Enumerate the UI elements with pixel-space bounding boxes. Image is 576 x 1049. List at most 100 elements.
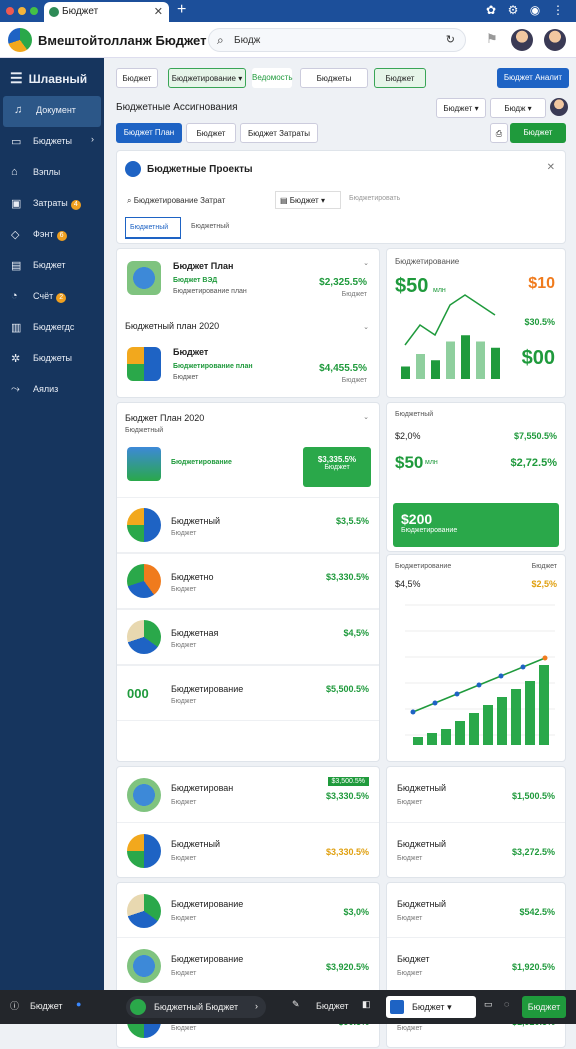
chevron-down-icon[interactable]: ⌄ [363, 323, 369, 331]
list-item[interactable]: Бюджетная $4,5% Бюджет [117, 609, 379, 665]
list-item[interactable]: Бюджетный Бюджет $1,500.5% [387, 767, 565, 823]
item-title: Бюджетно [171, 572, 214, 582]
sidebar-item-1[interactable]: ▭ Бюджеты › [0, 127, 104, 158]
favicon-icon [49, 7, 59, 17]
maximize-window-icon[interactable] [30, 7, 38, 15]
chevron-down-icon[interactable]: ⌄ [363, 259, 369, 267]
user-avatar-small[interactable] [550, 98, 568, 116]
tab-budget[interactable]: Бюджет [186, 123, 236, 143]
primary-action-button[interactable]: Бюджет Аналит [497, 68, 569, 88]
list-item[interactable]: Бюджет Бюджет $1,920.5% [387, 938, 565, 994]
sidebar-item-label: Аялиз [33, 384, 59, 394]
hamburger-menu-icon[interactable]: ☰ [10, 70, 23, 86]
chart-point [498, 673, 504, 679]
toolbar-button-1[interactable]: Бюджет [116, 68, 158, 88]
status-go-button[interactable]: Бюджет [522, 996, 566, 1018]
sidebar-item-7[interactable]: ▥ Бюджегдс [0, 313, 104, 344]
list-item[interactable]: Бюджетирование Бюджет $3,920.5% [117, 938, 379, 994]
tab-budget-plan[interactable]: Бюджет План [116, 123, 182, 143]
side-green-tile[interactable]: $200 Бюджетирование [393, 503, 559, 547]
list-item[interactable]: Бюджетный Бюджет $542.5% [387, 883, 565, 939]
folder-icon[interactable]: ▭ [484, 999, 493, 1010]
search-input[interactable]: ⌕ Бюдж ↻ [208, 28, 466, 52]
sidebar: ☰ Шлавный ♫ Документ ▭ Бюджеты › ⌂ Вэплы ▣ Затрат… [0, 58, 104, 990]
toolbar-dropdown[interactable]: Бюджетирование ▾ [168, 68, 246, 88]
close-window-icon[interactable] [6, 7, 14, 15]
minimize-window-icon[interactable] [18, 7, 26, 15]
item-thumbnail-icon [127, 620, 161, 654]
list-item[interactable]: 000 Бюджетирование $5,500.5% Бюджет [117, 665, 379, 721]
new-tab-button[interactable]: + [177, 1, 186, 19]
chevron-down-icon[interactable]: ⌄ [363, 413, 369, 421]
help-icon[interactable]: ● [76, 999, 81, 1009]
item-subtitle-2: Бюджетирование план [173, 288, 247, 295]
chart-line [404, 294, 496, 346]
item-value: $5,500.5% [325, 684, 369, 694]
user-avatar-2[interactable] [544, 29, 566, 51]
feature-chart-icon [127, 447, 161, 481]
chart-bar [539, 665, 549, 745]
item-badge: $3,500.5% [327, 777, 369, 786]
browser-tab[interactable]: Бюджет ✕ [44, 2, 169, 22]
status-nav[interactable]: Бюджет [316, 1001, 349, 1011]
sidebar-item-4[interactable]: ◇ Фэнт 6 [0, 220, 104, 251]
refresh-icon[interactable]: ↻ [446, 33, 455, 46]
toggle-icon[interactable]: ◧ [362, 999, 371, 1010]
filter-select-1[interactable]: Бюджет ▾ [436, 98, 486, 118]
tab-budget-costs[interactable]: Бюджет Затраты [240, 123, 318, 143]
chart-bar [511, 689, 521, 745]
user-avatar[interactable] [511, 29, 533, 51]
sidebar-item-0[interactable]: ♫ Документ [3, 96, 101, 127]
feature-value: $3,335.5% [317, 455, 357, 464]
panel-tab-active[interactable]: Бюджетный [125, 217, 181, 239]
list-item[interactable]: Бюджетирован Бюджет $3,330.5% $3,500.5% [117, 767, 379, 823]
sidebar-item-3[interactable]: ▣ Затраты 4 [0, 189, 104, 220]
toolbar-button-3[interactable]: Ведомость [252, 68, 293, 88]
settings-icon[interactable]: ⚙ [505, 3, 521, 19]
filter-select-2[interactable]: Бюдж ▾ [490, 98, 546, 118]
status-pill[interactable]: Бюджетный Бюджет › [126, 996, 266, 1018]
chart-right-value: $2,5% [531, 579, 557, 589]
chart-bar [441, 729, 451, 745]
notifications-icon[interactable]: ⚑ [486, 31, 498, 47]
chart-left-value: $4,5% [395, 579, 421, 589]
chart-bar [401, 366, 410, 379]
toolbar-button-5[interactable]: Бюджет [374, 68, 426, 88]
sidebar-item-5[interactable]: ▤ Бюджет [0, 251, 104, 282]
list-item[interactable]: Бюджет Бюджетирование план Бюджет $4,455.5%… [117, 341, 379, 393]
search-placeholder: Бюдж [234, 35, 261, 46]
budget-plan-card: Бюджет План 2020 ⌄ Бюджетный Бюджетирование… [116, 402, 380, 762]
item-title: Бюджетирован [171, 783, 234, 793]
list-item[interactable]: Бюджетно $3,330.5% Бюджет [117, 553, 379, 609]
toolbar-button-4[interactable]: Бюджеты [300, 68, 368, 88]
profile-icon[interactable]: ◉ [527, 3, 543, 19]
panel-filter-select[interactable]: ▤ Бюджет ▾ [275, 191, 341, 209]
main-content: Бюджет Бюджетирование ▾ Ведомость Бюджет… [104, 58, 576, 1049]
sidebar-item-6[interactable]: ◔ Счёт 2 [0, 282, 104, 313]
print-icon[interactable]: ⎙ [490, 123, 508, 143]
list-item[interactable]: Бюджетный $3,5.5% Бюджет [117, 497, 379, 553]
menu-icon[interactable]: ⋮ [550, 3, 566, 19]
item-value: $3,5.5% [335, 516, 369, 526]
panel-tab-2[interactable]: Бюджетный [191, 223, 229, 230]
close-panel-icon[interactable]: ✕ [547, 162, 555, 173]
list-item[interactable]: Бюджетный Бюджет $3,330.5% [117, 823, 379, 879]
info-icon[interactable]: ⓘ [10, 999, 19, 1012]
list-item[interactable]: Бюджетирование Бюджет $3,0% [117, 883, 379, 939]
sidebar-item-2[interactable]: ⌂ Вэплы [0, 158, 104, 189]
box-icon: ▣ [11, 198, 22, 210]
chat-icon[interactable]: ◌ [504, 999, 509, 1009]
status-select[interactable]: Бюджет ▾ [386, 996, 476, 1018]
sidebar-item-9[interactable]: ⤳ Аялиз [0, 375, 104, 406]
edit-icon[interactable]: ✎ [292, 999, 300, 1010]
feature-value-badge[interactable]: $3,335.5% Бюджет [303, 447, 371, 487]
list-item[interactable]: Бюджетный Бюджет $3,272.5% [387, 823, 565, 879]
sidebar-item-8[interactable]: ✲ Бюджеты [0, 344, 104, 375]
list-item[interactable]: Бюджет План Бюджет ВЭД Бюджетирование план… [117, 255, 379, 303]
add-budget-button[interactable]: Бюджет [510, 123, 566, 143]
close-tab-icon[interactable]: ✕ [154, 5, 163, 18]
extension-icon[interactable]: ✿ [483, 3, 499, 19]
panel-search-input[interactable]: ⌕ Бюджетирование Затрат [127, 193, 267, 211]
status-go-label: Бюджет [527, 1002, 561, 1012]
sidebar-item-label: Счёт [33, 291, 54, 301]
